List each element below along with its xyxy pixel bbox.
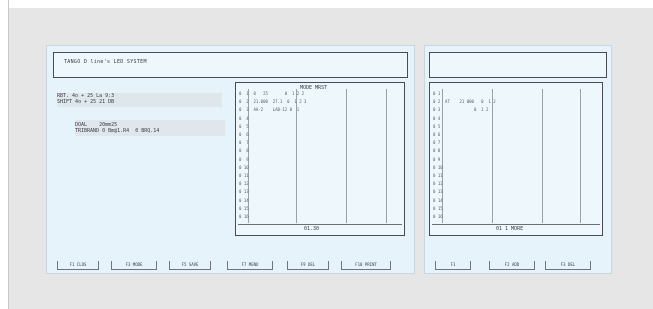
- grid-row[interactable]: 0 16: [433, 214, 443, 219]
- grid-row[interactable]: 0 15: [239, 206, 249, 211]
- grid-row[interactable]: 0 2 21.000 27.1 0 1 2 3: [239, 99, 306, 104]
- grid-row[interactable]: 0 7: [433, 140, 440, 145]
- grid-row[interactable]: 0 11: [239, 173, 249, 178]
- f1-button[interactable]: F1 CLOS: [57, 261, 99, 270]
- detail-line-2: TRIBRAND 0 Bm@1.R4 0 BRQ.14: [75, 128, 160, 134]
- grid-footer-text: 01.30: [304, 226, 320, 232]
- side-function-key-bar: F1 F2 ADD F3 DEL: [429, 261, 607, 271]
- grid-col-divider: [542, 89, 543, 223]
- main-data-grid[interactable]: MODE MRST 0 1 0 25 0 1 2 2 0 2 21.000 27.…: [235, 82, 405, 236]
- grid-row[interactable]: 0 8: [433, 148, 440, 153]
- grid-row[interactable]: 0 7: [239, 140, 249, 145]
- side-del-button[interactable]: F3 DEL: [545, 261, 591, 270]
- grid-row[interactable]: 0 5: [433, 124, 440, 129]
- grid-col-divider: [492, 89, 493, 223]
- grid-row[interactable]: 0 16: [239, 214, 249, 219]
- side-add-button[interactable]: F2 ADD: [489, 261, 535, 270]
- function-key-bar: F1 CLOS F3 MODE F5 SAVE F7 MENU F9 DEL F…: [51, 261, 410, 271]
- grid-row[interactable]: 0 13: [433, 189, 443, 194]
- f10-button[interactable]: F10 PRINT: [341, 261, 391, 270]
- side-f1-button[interactable]: F1: [435, 261, 471, 270]
- grid-row[interactable]: 0 4: [239, 116, 249, 121]
- grid-row[interactable]: 0 6: [433, 132, 440, 137]
- grid-row[interactable]: 0 9: [239, 157, 249, 162]
- grid-row[interactable]: 0 12: [433, 181, 443, 186]
- grid-footer: 01 1 MORE: [432, 224, 600, 234]
- grid-row[interactable]: 0 2 AT 21 000 0 1 2: [433, 99, 496, 104]
- grid-row[interactable]: 0 11: [433, 173, 443, 178]
- grid-footer: 01.30: [238, 224, 402, 234]
- grid-footer-text: 01 1 MORE: [496, 226, 524, 232]
- grid-row[interactable]: 0 6: [239, 132, 249, 137]
- f3-button[interactable]: F3 MODE: [111, 261, 157, 270]
- grid-row[interactable]: 0 13: [239, 189, 249, 194]
- kv-line-2: SHIFT 4o + 25 21 DB: [57, 99, 115, 105]
- grid-row[interactable]: 0 12: [239, 181, 249, 186]
- grid-row[interactable]: 0 14: [433, 198, 443, 203]
- grid-row[interactable]: 0 14: [239, 198, 249, 203]
- side-data-grid[interactable]: 0 1 0 2 AT 21 000 0 1 2 0 3 0 1 2 0 4 0 5 0 6…: [429, 82, 603, 236]
- side-title-bar: [429, 52, 607, 78]
- main-title-bar: TANGO D line's LED SYSTEM: [53, 52, 408, 78]
- grid-row[interactable]: 0 4: [433, 116, 440, 121]
- grid-row[interactable]: 0 1 0 25 0 1 2 2: [239, 91, 304, 96]
- f5-button[interactable]: F5 SAVE: [169, 261, 211, 270]
- side-terminal-panel: 0 1 0 2 AT 21 000 0 1 2 0 3 0 1 2 0 4 0 5 0 6…: [425, 46, 611, 273]
- grid-row[interactable]: 0 10: [433, 165, 443, 170]
- left-divider: [8, 0, 9, 309]
- grid-row[interactable]: 0 15: [433, 206, 443, 211]
- main-terminal-panel: TANGO D line's LED SYSTEM RBT. 4o + 25 L…: [47, 46, 414, 273]
- f7-button[interactable]: F7 MENU: [227, 261, 273, 270]
- grid-row[interactable]: 0 10: [239, 165, 249, 170]
- grid-row[interactable]: 0 9: [433, 157, 440, 162]
- grid-col-divider: [346, 89, 347, 223]
- main-title: TANGO D line's LED SYSTEM: [64, 59, 147, 65]
- grid-row[interactable]: 0 1: [433, 91, 440, 96]
- grid-row[interactable]: 0 3 0 1 2: [433, 107, 488, 112]
- grid-col-divider: [580, 89, 581, 223]
- grid-row[interactable]: 0 5: [239, 124, 249, 129]
- grid-header: MODE MRST: [300, 85, 328, 91]
- grid-row[interactable]: 0 3 AA-2 LAB-12 0 1: [239, 107, 299, 112]
- grid-row[interactable]: 0 8: [239, 148, 249, 153]
- grid-col-divider: [386, 89, 387, 223]
- f9-button[interactable]: F9 DEL: [287, 261, 329, 270]
